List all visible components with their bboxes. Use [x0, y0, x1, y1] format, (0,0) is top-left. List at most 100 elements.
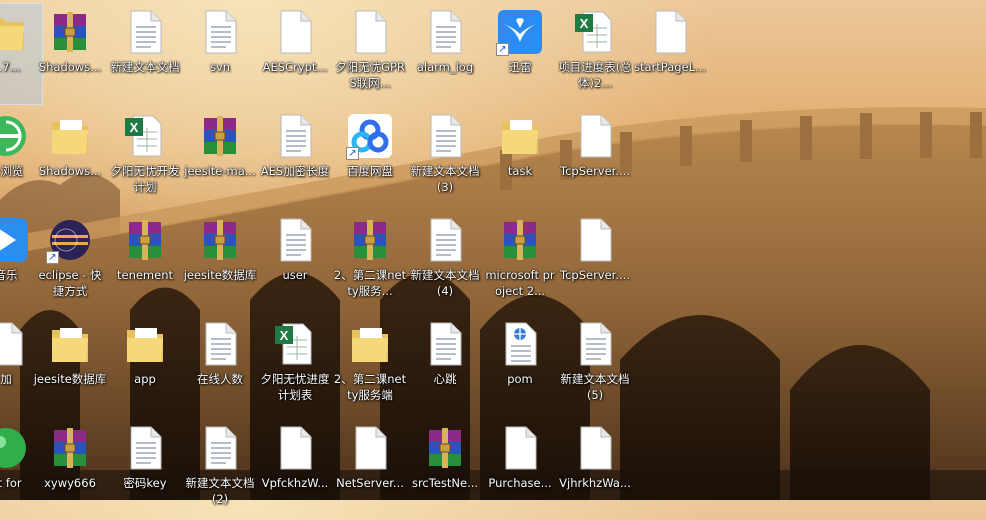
- desktop-icon-label: startPageL...: [634, 60, 706, 74]
- desktop-icon-label: 2、第二课netty服务...: [333, 268, 407, 298]
- blank-icon: [271, 8, 319, 56]
- blank-icon: [0, 320, 30, 368]
- folder-icon: [46, 112, 94, 160]
- desktop-icon-label: 2、第二课netty服务端: [333, 372, 407, 402]
- desktop-icon-label: user: [282, 268, 308, 282]
- desktop-icon[interactable]: Shadows...: [34, 108, 106, 208]
- desktop-icon-label: Shadows...: [38, 60, 102, 74]
- desktop-icon[interactable]: VjhrkhzWa...: [559, 420, 631, 520]
- archive-icon: [46, 424, 94, 472]
- desktop-icon[interactable]: AES加密长度: [259, 108, 331, 208]
- desktop-icon[interactable]: tenement: [109, 212, 181, 312]
- desktop-icon-label: app: [134, 372, 156, 386]
- desktop-icon-label: 百度网盘: [347, 164, 393, 178]
- desktop-icon[interactable]: jeesite-ma...: [184, 108, 256, 208]
- desktop-icon[interactable]: Shadows...: [34, 4, 106, 104]
- folder-icon: [346, 320, 394, 368]
- excel-icon: X: [571, 8, 619, 56]
- desktop-icon-label: Shadows...: [38, 164, 102, 178]
- desktop-icon[interactable]: pom: [484, 316, 556, 416]
- shortcut-arrow-icon: ↗: [496, 43, 509, 56]
- desktop-icon-label: 在线人数: [197, 372, 243, 386]
- desktop-icon[interactable]: 夕阳无忧GPRS联网...: [334, 4, 406, 104]
- desktop-icon[interactable]: X 夕阳无忧进度计划表: [259, 316, 331, 416]
- svg-text:X: X: [280, 328, 289, 343]
- blank-icon: [271, 424, 319, 472]
- desktop-icon[interactable]: task: [484, 108, 556, 208]
- desktop-icon[interactable]: VpfckhzW...: [259, 420, 331, 520]
- desktop-icon-label: AESCrypt...: [262, 60, 328, 74]
- music-icon: [0, 216, 30, 264]
- text-icon: [196, 8, 244, 56]
- archive-icon: [46, 8, 94, 56]
- desktop-icon[interactable]: Purchase...: [484, 420, 556, 520]
- desktop-icon[interactable]: 心跳: [409, 316, 481, 416]
- desktop-icon[interactable]: svn: [184, 4, 256, 104]
- desktop-icon[interactable]: TcpServer....: [559, 108, 631, 208]
- desktop-icon-label: tenement: [116, 268, 174, 282]
- desktop-icon-label: pom: [507, 372, 533, 386]
- desktop-icon[interactable]: xywy666: [34, 420, 106, 520]
- text-icon: [421, 112, 469, 160]
- desktop-icon[interactable]: X 夕阳无忧开发计划: [109, 108, 181, 208]
- desktop-icon[interactable]: TcpServer....: [559, 212, 631, 312]
- desktop-icon[interactable]: 密码key: [109, 420, 181, 520]
- desktop-icon-label: 项目进度表(总体)2...: [558, 60, 632, 90]
- desktop-icon[interactable]: startPageL...: [634, 4, 706, 104]
- folder-icon: [121, 320, 169, 368]
- desktop-icon[interactable]: 新建文本文档 (5): [559, 316, 631, 416]
- desktop-icon-label: jeesite-ma...: [184, 164, 256, 178]
- blank-icon: [346, 8, 394, 56]
- desktop-icon[interactable]: 新建文本文档: [109, 4, 181, 104]
- desktop-icon-label: task: [507, 164, 533, 178]
- desktop-icon[interactable]: AESCrypt...: [259, 4, 331, 104]
- desktop-icon-label: 夕阳无忧GPRS联网...: [335, 60, 405, 90]
- baidu-icon: ↗: [346, 112, 394, 160]
- desktop-icon[interactable]: jeesite数据库: [184, 212, 256, 312]
- folder-icon: [496, 112, 544, 160]
- desktop-icon-label: svn: [209, 60, 231, 74]
- text-icon: [421, 8, 469, 56]
- text-icon: [121, 8, 169, 56]
- desktop-icon-label: 新建文本文档 (3): [410, 164, 480, 194]
- desktop-icon[interactable]: ↗ 迅雷: [484, 4, 556, 104]
- desktop-icon[interactable]: user: [259, 212, 331, 312]
- desktop-icon[interactable]: srcTestNe...: [409, 420, 481, 520]
- desktop-icon[interactable]: 新建文本文档 (4): [409, 212, 481, 312]
- desktop-icon[interactable]: alarm_log: [409, 4, 481, 104]
- desktop-icon[interactable]: 2、第二课netty服务端: [334, 316, 406, 416]
- text-icon: [271, 112, 319, 160]
- archive-icon: [196, 112, 244, 160]
- xunlei-icon: ↗: [496, 8, 544, 56]
- desktop-icon-label: eclipse - 快捷方式: [38, 268, 102, 298]
- desktop-icon[interactable]: 新建文本文档 (2): [184, 420, 256, 520]
- desktop-icon-label: 新建文本文档 (5): [560, 372, 630, 402]
- desktop-icon[interactable]: microsoft project 2...: [484, 212, 556, 312]
- desktop-icon-label: 新建文本文档: [110, 60, 180, 74]
- blank-icon: [646, 8, 694, 56]
- desktop-icon[interactable]: jeesite数据库: [34, 316, 106, 416]
- text-icon: [421, 216, 469, 264]
- archive-icon: [346, 216, 394, 264]
- desktop-icon[interactable]: 2、第二课netty服务...: [334, 212, 406, 312]
- desktop-icon-label: 夕阳无忧进度计划表: [260, 372, 330, 402]
- text-icon: [571, 320, 619, 368]
- folder-generic-icon: [0, 8, 30, 56]
- eclipse-icon: ↗: [46, 216, 94, 264]
- desktop-icon-label: VjhrkhzWa...: [559, 476, 631, 490]
- desktop-icon[interactable]: 新建文本文档 (3): [409, 108, 481, 208]
- excel-icon: X: [271, 320, 319, 368]
- desktop-icon[interactable]: ↗ 百度网盘: [334, 108, 406, 208]
- greenapp-icon: [0, 424, 30, 472]
- desktop-icon[interactable]: app: [109, 316, 181, 416]
- desktop-icon[interactable]: ↗ eclipse - 快捷方式: [34, 212, 106, 312]
- svg-text:X: X: [130, 120, 139, 135]
- desktop-icon-label: AES加密长度: [260, 164, 330, 178]
- desktop-icon[interactable]: 在线人数: [184, 316, 256, 416]
- desktop-icon-label: NetServer...: [336, 476, 404, 490]
- desktop-icon[interactable]: NetServer...: [334, 420, 406, 520]
- desktop-icon-label: 迅雷: [508, 60, 532, 74]
- desktop-icon-label: xywy666: [44, 476, 96, 490]
- shortcut-arrow-icon: ↗: [346, 147, 359, 160]
- desktop-icon[interactable]: X 项目进度表(总体)2...: [558, 4, 632, 104]
